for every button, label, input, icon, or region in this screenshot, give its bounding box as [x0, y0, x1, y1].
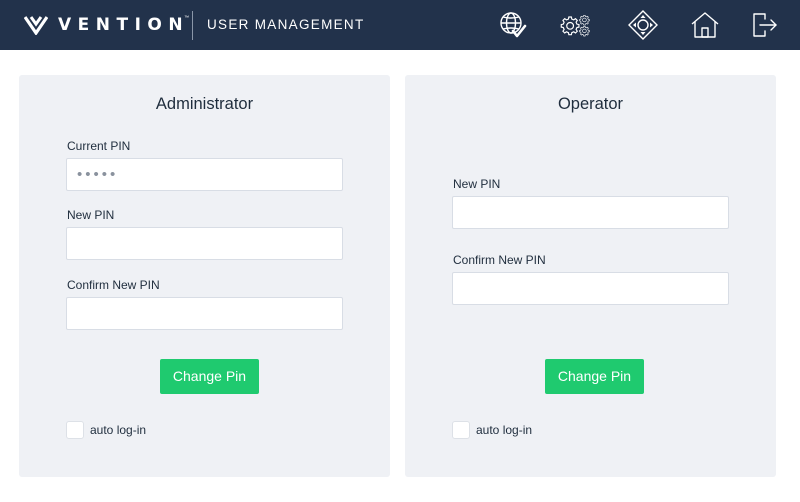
auto-login-row[interactable]: auto log-in [66, 421, 146, 439]
globe-check-icon[interactable] [497, 9, 529, 41]
change-pin-button[interactable]: Change Pin [545, 359, 644, 394]
new-pin-input[interactable] [66, 227, 343, 260]
operator-panel: Operator New PIN Confirm New PIN Change … [405, 75, 776, 477]
new-pin-label: New PIN [67, 208, 115, 222]
confirm-pin-input[interactable] [66, 297, 343, 330]
new-pin-label: New PIN [453, 177, 501, 191]
header-divider [192, 11, 193, 40]
current-pin-input[interactable] [66, 158, 343, 191]
auto-login-label[interactable]: auto log-in [476, 423, 532, 437]
confirm-pin-input[interactable] [452, 272, 729, 305]
jog-direction-icon[interactable] [627, 9, 659, 41]
auto-login-checkbox[interactable] [452, 421, 470, 439]
auto-login-row[interactable]: auto log-in [452, 421, 532, 439]
confirm-pin-label: Confirm New PIN [453, 253, 546, 267]
home-icon[interactable] [689, 9, 721, 41]
logout-icon[interactable] [749, 9, 781, 41]
brand-name: VENTION [58, 15, 190, 35]
vention-logo-icon [24, 16, 48, 35]
change-pin-button[interactable]: Change Pin [160, 359, 259, 394]
brand-trademark: ™ [184, 15, 190, 21]
administrator-title: Administrator [155, 95, 254, 113]
current-pin-label: Current PIN [67, 139, 131, 153]
top-bar: VENTION ™ USER MANAGEMENT [0, 0, 800, 50]
settings-gears-icon[interactable] [560, 9, 592, 41]
operator-title: Operator [557, 95, 624, 113]
administrator-panel: Administrator Current PIN New PIN Confir… [19, 75, 390, 477]
confirm-pin-label: Confirm New PIN [67, 278, 160, 292]
page-title: USER MANAGEMENT [207, 17, 365, 32]
vention-logo[interactable]: VENTION ™ [24, 13, 189, 37]
auto-login-checkbox[interactable] [66, 421, 84, 439]
new-pin-input[interactable] [452, 196, 729, 229]
auto-login-label[interactable]: auto log-in [90, 423, 146, 437]
